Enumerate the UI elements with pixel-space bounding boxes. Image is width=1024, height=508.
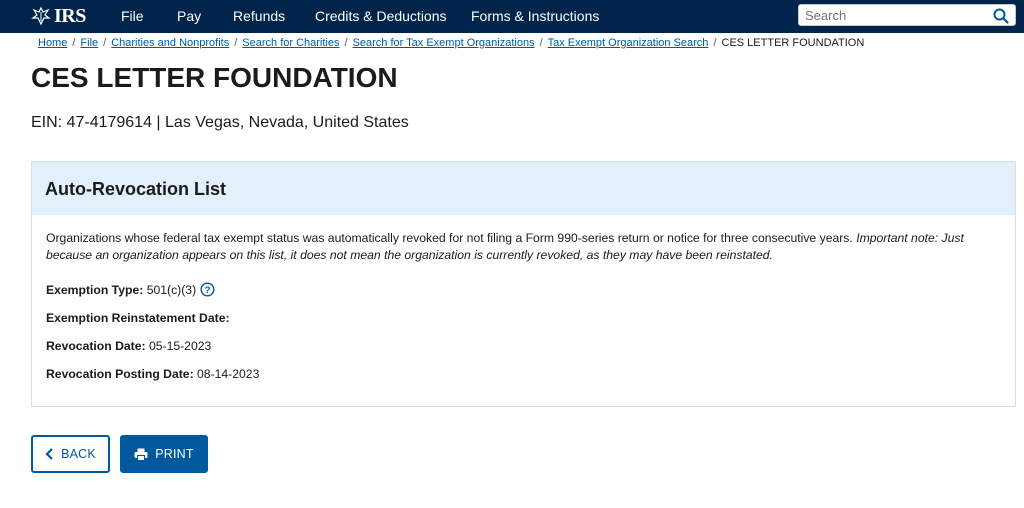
field-label: Exemption Reinstatement Date: [46,311,230,325]
site-header: IRS File Pay Refunds Credits & Deduction… [0,0,1024,33]
page-title: CES LETTER FOUNDATION [31,62,398,93]
breadcrumb-home[interactable]: Home [38,37,67,49]
field-label: Revocation Posting Date: [46,367,194,381]
eagle-icon [31,6,51,26]
logo-text: IRS [54,5,86,27]
breadcrumb-separator: / [72,37,76,49]
exemption-type-field: Exemption Type: 501(c)(3) ? [46,282,215,298]
reinstatement-date-field: Exemption Reinstatement Date: [46,310,230,326]
field-label: Exemption Type: [46,283,144,297]
field-label: Revocation Date: [46,339,146,353]
breadcrumb-separator: / [539,37,543,49]
nav-credits-deductions[interactable]: Credits & Deductions [315,7,447,25]
nav-file[interactable]: File [121,7,144,25]
field-value: 501(c)(3) [146,283,197,297]
panel-title: Auto-Revocation List [45,179,227,199]
irs-logo[interactable]: IRS [31,5,86,27]
panel-description: Organizations whose federal tax exempt s… [46,230,1006,264]
breadcrumb-search-charities[interactable]: Search for Charities [242,37,339,49]
revocation-posting-date-field: Revocation Posting Date: 08-14-2023 [46,366,259,382]
back-button-label: BACK [61,447,96,461]
breadcrumb-teos[interactable]: Tax Exempt Organization Search [548,37,709,49]
chevron-left-icon [45,448,53,460]
print-button[interactable]: PRINT [120,435,208,473]
revocation-date-field: Revocation Date: 05-15-2023 [46,338,211,354]
breadcrumb-separator: / [103,37,107,49]
back-button[interactable]: BACK [31,435,110,473]
breadcrumb: Home / File / Charities and Nonprofits / Searc… [38,36,864,50]
nav-forms-instructions[interactable]: Forms & Instructions [471,7,599,25]
breadcrumb-current: CES LETTER FOUNDATION [721,37,865,49]
nav-refunds[interactable]: Refunds [233,7,285,25]
panel-header: Auto-Revocation List [32,162,1015,215]
breadcrumb-charities[interactable]: Charities and Nonprofits [111,37,229,49]
help-icon[interactable]: ? [200,282,215,297]
search-icon[interactable] [993,8,1009,24]
breadcrumb-separator: / [713,37,717,49]
field-value: 05-15-2023 [148,339,212,353]
printer-icon [134,448,148,461]
svg-text:?: ? [205,285,211,296]
breadcrumb-file[interactable]: File [80,37,98,49]
auto-revocation-panel: Auto-Revocation List Organizations whose… [31,161,1016,407]
breadcrumb-separator: / [234,37,238,49]
search-box [798,4,1016,26]
ein-location: EIN: 47-4179614 | Las Vegas, Nevada, Uni… [31,114,409,131]
breadcrumb-separator: / [344,37,348,49]
search-input[interactable] [805,7,985,24]
description-text: Organizations whose federal tax exempt s… [46,231,853,245]
nav-pay[interactable]: Pay [177,7,201,25]
breadcrumb-search-tax-exempt[interactable]: Search for Tax Exempt Organizations [353,37,535,49]
print-button-label: PRINT [155,447,194,461]
field-value: 08-14-2023 [197,367,260,381]
